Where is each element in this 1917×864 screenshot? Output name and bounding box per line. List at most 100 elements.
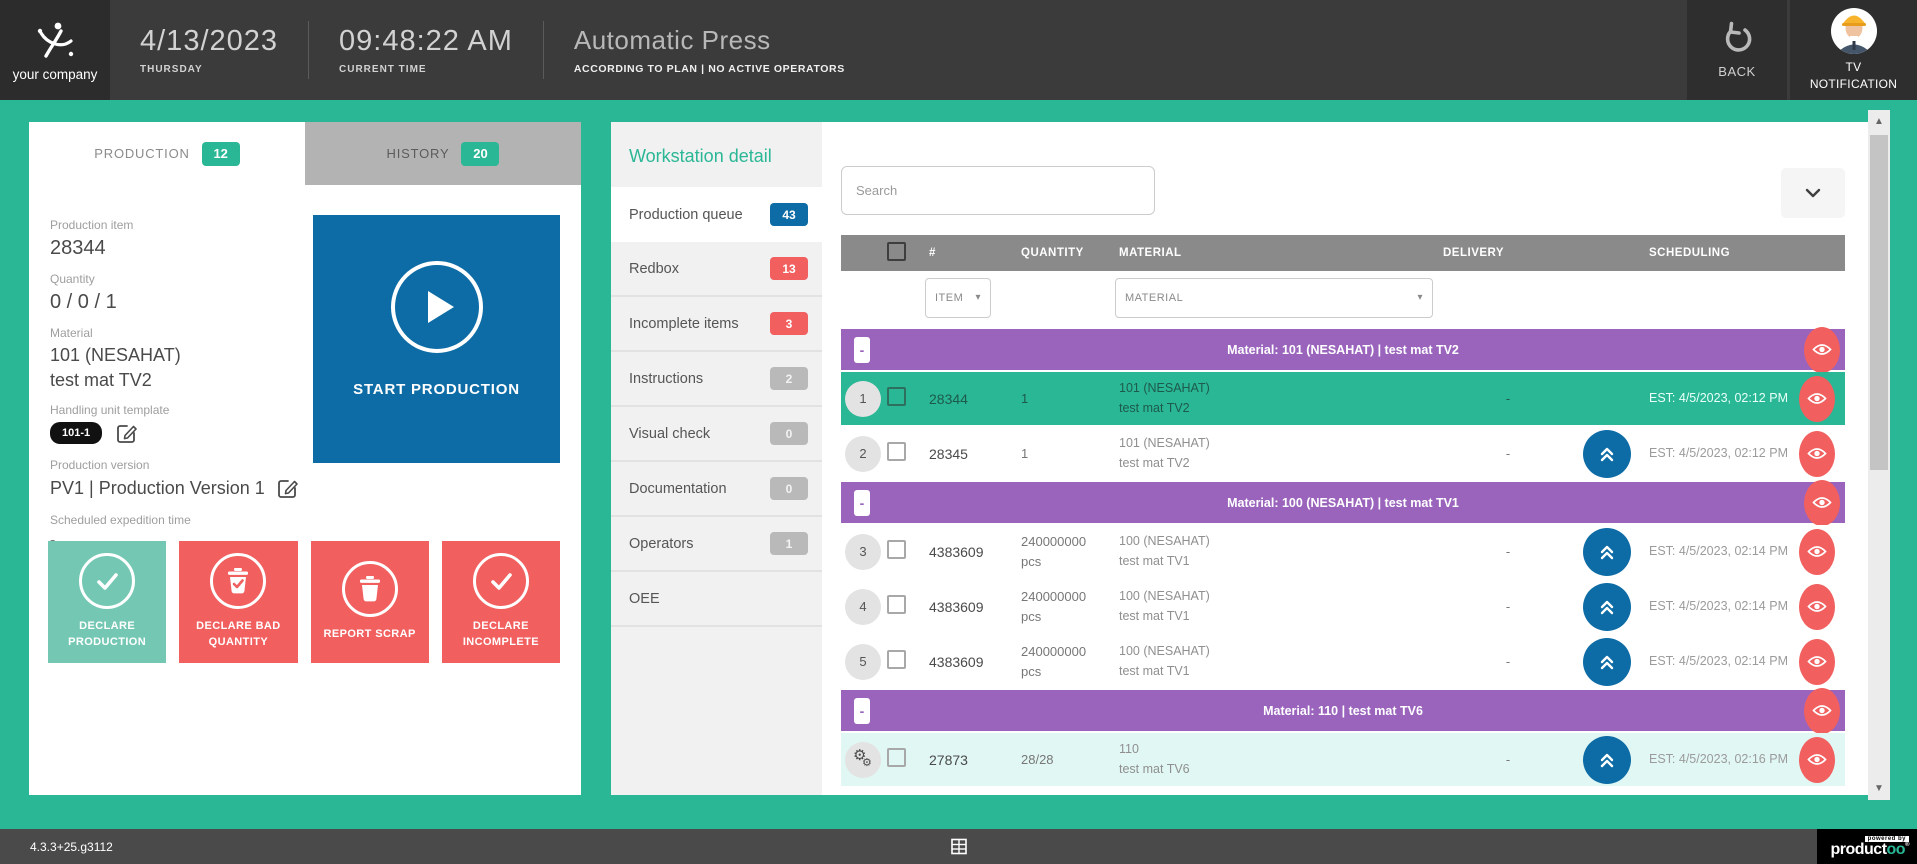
eye-button[interactable]: [1804, 327, 1840, 373]
move-to-top-button[interactable]: [1583, 528, 1631, 576]
search-input[interactable]: [841, 166, 1155, 215]
column-delivery: DELIVERY: [1433, 247, 1583, 259]
row-checkbox[interactable]: [887, 442, 906, 461]
row-checkbox[interactable]: [887, 748, 906, 767]
menu-item-redbox[interactable]: Redbox 13: [611, 242, 822, 297]
declare-production-button[interactable]: DECLARE PRODUCTION: [48, 541, 166, 663]
row-checkbox[interactable]: [887, 540, 906, 559]
tv-notification-button[interactable]: TV NOTIFICATION: [1787, 0, 1917, 100]
production-item-value: 28344: [50, 237, 315, 260]
tab-production[interactable]: PRODUCTION 12: [29, 122, 305, 185]
menu-item-production-queue[interactable]: Production queue 43: [611, 187, 822, 242]
eye-button[interactable]: [1799, 584, 1835, 630]
group-collapse-button[interactable]: -: [854, 698, 870, 724]
edit-handling-unit-icon[interactable]: [116, 422, 138, 444]
back-button[interactable]: BACK: [1687, 0, 1787, 100]
move-to-top-button[interactable]: [1583, 430, 1631, 478]
queue-row[interactable]: 1 28344 1 101 (NESAHAT)test mat TV2 - ES…: [841, 372, 1845, 425]
tab-production-count-badge: 12: [202, 142, 240, 166]
queue-row[interactable]: 5 4383609 240000000pcs 100 (NESAHAT)test…: [841, 635, 1845, 688]
move-to-top-button[interactable]: [1583, 638, 1631, 686]
eye-button[interactable]: [1799, 431, 1835, 477]
table-header: # QUANTITY MATERIAL DELIVERY SCHEDULING: [841, 235, 1845, 271]
row-checkbox[interactable]: [887, 650, 906, 669]
production-item-label: Production item: [50, 218, 315, 232]
select-all-checkbox[interactable]: [887, 242, 906, 261]
current-time-label: CURRENT TIME: [339, 64, 513, 75]
report-scrap-button[interactable]: REPORT SCRAP: [311, 541, 429, 663]
queue-row[interactable]: ⚙⚙ 27873 28/28 110test mat TV6 - EST: 4/…: [841, 733, 1845, 786]
eye-button[interactable]: [1804, 480, 1840, 526]
caret-down-icon: ▾: [1417, 292, 1423, 303]
menu-item-oee[interactable]: OEE: [611, 572, 822, 627]
menu-item-visual-check[interactable]: Visual check 0: [611, 407, 822, 462]
menu-label: Documentation: [629, 481, 727, 497]
item-filter-label: ITEM: [935, 292, 963, 304]
tab-history[interactable]: HISTORY 20: [305, 122, 581, 185]
declaration-actions: DECLARE PRODUCTION DECLARE BAD QUANTITY: [48, 541, 560, 663]
menu-item-incomplete-items[interactable]: Incomplete items 3: [611, 297, 822, 352]
item-filter-select[interactable]: ITEM▾: [925, 278, 991, 318]
row-material: 110test mat TV6: [1115, 740, 1433, 779]
menu-item-instructions[interactable]: Instructions 2: [611, 352, 822, 407]
menu-item-documentation[interactable]: Documentation 0: [611, 462, 822, 517]
trash-icon: [342, 561, 398, 617]
queue-row[interactable]: 3 4383609 240000000pcs 100 (NESAHAT)test…: [841, 525, 1845, 578]
time-section: 09:48:22 AM CURRENT TIME: [309, 0, 543, 100]
row-checkbox[interactable]: [887, 595, 906, 614]
menu-label: Redbox: [629, 261, 679, 277]
declare-bad-quantity-button[interactable]: DECLARE BAD QUANTITY: [179, 541, 297, 663]
menu-label: Operators: [629, 536, 693, 552]
row-material: 101 (NESAHAT)test mat TV2: [1115, 434, 1433, 473]
eye-button[interactable]: [1804, 688, 1840, 734]
row-delivery: -: [1433, 544, 1583, 559]
row-checkbox[interactable]: [887, 387, 906, 406]
app-footer: 4.3.3+25.g3112 powered by productoo®: [0, 829, 1917, 864]
group-collapse-button[interactable]: -: [854, 490, 870, 516]
check-circle-icon: [79, 553, 135, 609]
row-delivery: -: [1433, 654, 1583, 669]
row-material: 100 (NESAHAT)test mat TV1: [1115, 587, 1433, 626]
layout-grid-icon[interactable]: [950, 838, 967, 855]
eye-button[interactable]: [1799, 529, 1835, 575]
operator-avatar-icon: [1831, 8, 1877, 54]
row-scheduling: EST: 4/5/2023, 02:14 PM: [1641, 652, 1799, 671]
move-to-top-button[interactable]: [1583, 736, 1631, 784]
row-quantity: 240000000pcs: [1017, 587, 1115, 626]
current-time: 09:48:22 AM: [339, 25, 513, 58]
chevron-down-icon: [1800, 180, 1826, 206]
scrollbar-thumb[interactable]: [1870, 135, 1888, 470]
start-production-button[interactable]: START PRODUCTION: [313, 215, 560, 463]
app-version: 4.3.3+25.g3112: [30, 840, 113, 854]
scroll-up-arrow[interactable]: ▲: [1868, 116, 1890, 127]
scroll-down-arrow[interactable]: ▼: [1868, 783, 1890, 794]
group-collapse-button[interactable]: -: [854, 337, 870, 363]
edit-production-version-icon[interactable]: [277, 477, 299, 499]
move-to-top-button[interactable]: [1583, 583, 1631, 631]
material-filter-select[interactable]: MATERIAL▾: [1115, 278, 1433, 318]
eye-button[interactable]: [1799, 639, 1835, 685]
column-scheduling: SCHEDULING: [1641, 247, 1799, 259]
menu-item-operators[interactable]: Operators 1: [611, 517, 822, 572]
declare-bad-quantity-label: DECLARE BAD QUANTITY: [185, 619, 291, 651]
menu-label: Instructions: [629, 371, 703, 387]
tv-notification-label: TV NOTIFICATION: [1804, 59, 1904, 91]
queue-row[interactable]: 4 4383609 240000000pcs 100 (NESAHAT)test…: [841, 580, 1845, 633]
row-scheduling: EST: 4/5/2023, 02:14 PM: [1641, 542, 1799, 561]
declare-incomplete-button[interactable]: DECLARE INCOMPLETE: [442, 541, 560, 663]
queue-row[interactable]: 2 28345 1 101 (NESAHAT)test mat TV2 - ES…: [841, 427, 1845, 480]
row-item-number: 28344: [925, 391, 1017, 407]
row-scheduling: EST: 4/5/2023, 02:12 PM: [1641, 389, 1799, 408]
material-value-line1: 101 (NESAHAT): [50, 345, 315, 366]
productoo-brand: productoo®: [1830, 842, 1909, 858]
trash-check-icon: [210, 553, 266, 609]
eye-button[interactable]: [1799, 376, 1835, 422]
eye-button[interactable]: [1799, 737, 1835, 783]
row-delivery: -: [1433, 391, 1583, 406]
workstation-section: Automatic Press ACCORDING TO PLAN | NO A…: [544, 0, 875, 100]
material-group-header: - Material: 110 | test mat TV6: [841, 690, 1845, 731]
production-version-value: PV1 | Production Version 1: [50, 478, 265, 499]
collapse-all-button[interactable]: [1781, 168, 1845, 218]
handling-unit-template-pill[interactable]: 101-1: [50, 422, 102, 444]
vertical-scrollbar[interactable]: ▲ ▼: [1868, 110, 1890, 800]
